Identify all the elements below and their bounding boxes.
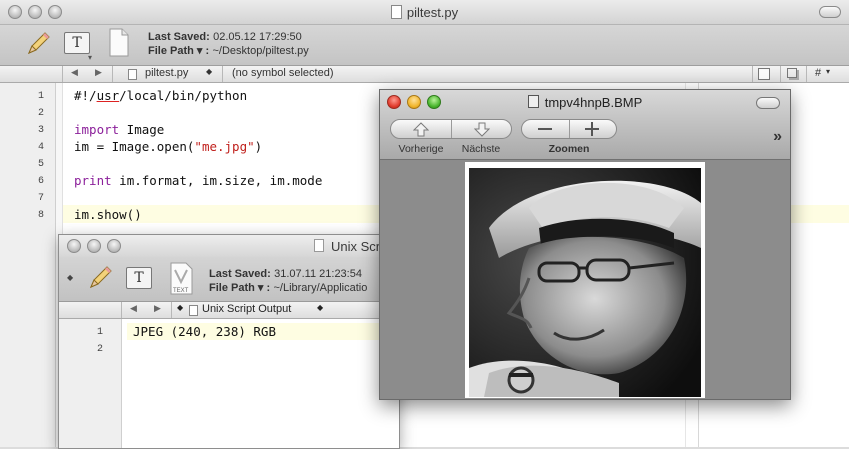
chevron-updown-icon: ◆ [206, 67, 213, 76]
prev-label[interactable]: Vorherige [390, 143, 452, 155]
bookmark-icon[interactable] [758, 68, 770, 80]
file-path-value: ~/Desktop/piltest.py [212, 45, 309, 57]
code-line-1[interactable]: #!/usr/local/bin/python [74, 88, 247, 103]
viewer-title: tmpv4hnpB.BMP [544, 95, 643, 110]
chevron-down-icon: ▾ [88, 53, 93, 62]
nav-filename[interactable]: piltest.py [145, 67, 188, 79]
prev-next-segment [390, 119, 512, 139]
line-number: 4 [37, 142, 44, 153]
window-title: piltest.py [406, 5, 459, 20]
toolbar-toggle-button[interactable] [756, 97, 780, 109]
toolbar-overflow-icon[interactable]: » [773, 128, 782, 146]
file-icon [189, 305, 198, 316]
minimize-button[interactable] [87, 239, 101, 253]
pencil-icon[interactable] [25, 31, 51, 57]
zoom-out-icon[interactable] [538, 128, 552, 130]
last-saved-value: 02.05.12 17:29:50 [213, 31, 302, 43]
arrow-up-icon[interactable] [413, 122, 429, 137]
line-number: 8 [37, 210, 44, 221]
image-frame [465, 162, 705, 398]
split-view-icon[interactable] [787, 68, 797, 78]
diamond-icon: ◆ [67, 273, 74, 282]
line-number: 3 [37, 125, 44, 136]
main-titlebar: piltest.py [0, 0, 849, 25]
text-badge: TEXT [173, 288, 189, 294]
forward-arrow-icon[interactable]: ▶ [154, 303, 161, 314]
output-titlebar: Unix Scr [59, 235, 399, 257]
image-viewer-window: tmpv4hnpB.BMP Vorherige Nächste Zoomen » [379, 89, 791, 400]
toolbar-toggle-button[interactable] [819, 6, 841, 18]
output-toolbar: ◆ T TEXT Last Saved: 31.07.11 21:23:54 F… [59, 257, 399, 302]
code-line-6[interactable]: print im.format, im.size, im.mode [74, 173, 322, 188]
back-arrow-icon[interactable]: ◀ [130, 303, 137, 314]
line-number-gutter: 1 2 3 4 5 6 7 8 [0, 83, 56, 447]
line-number: 1 [96, 327, 103, 338]
next-label[interactable]: Nächste [450, 143, 512, 155]
back-arrow-icon[interactable]: ◀ [71, 67, 78, 78]
output-line-1[interactable]: JPEG (240, 238) RGB [133, 324, 276, 339]
document-icon [390, 5, 402, 19]
text-format-icon[interactable]: T [126, 267, 152, 289]
line-number: 6 [37, 176, 44, 187]
code-line-4[interactable]: im = Image.open("me.jpg") [74, 139, 262, 154]
nav-hash[interactable]: # [815, 67, 821, 79]
output-window-title: Unix Scr [331, 239, 381, 254]
file-icon [128, 69, 137, 80]
arrow-down-icon[interactable] [474, 122, 490, 137]
unix-script-output-window: Unix Scr ◆ T TEXT Last Saved: 31.07.11 2… [58, 234, 400, 449]
close-button[interactable] [67, 239, 81, 253]
file-path-label[interactable]: File Path ▾ : [209, 282, 270, 294]
portrait-photo [469, 168, 701, 397]
line-number: 5 [37, 159, 44, 170]
chevron-down-icon: ▾ [826, 67, 831, 76]
pencil-icon[interactable] [87, 265, 113, 291]
zoom-segment [521, 119, 617, 139]
diamond-icon: ◆ [177, 303, 184, 312]
last-saved-value: 31.07.11 21:23:54 [274, 268, 362, 280]
output-navigation-bar: ◀ ▶ ◆ Unix Script Output ◆ [59, 302, 399, 319]
last-saved-label: Last Saved: [148, 31, 210, 43]
output-line-gutter: 1 2 [59, 319, 122, 448]
main-toolbar: T ▾ Last Saved: 02.05.12 17:29:50 File P… [0, 25, 849, 66]
zoom-label[interactable]: Zoomen [521, 143, 617, 155]
navigation-bar: ◀ ▶ piltest.py ◆ (no symbol selected) # … [0, 66, 849, 83]
text-format-icon[interactable]: T [64, 32, 90, 54]
line-number: 7 [37, 193, 44, 204]
bmp-file-icon [527, 95, 539, 108]
portrait-photo-graphic [469, 168, 701, 397]
line-number: 1 [37, 91, 44, 102]
line-number: 2 [96, 344, 103, 355]
code-line-3[interactable]: import Image [74, 122, 164, 137]
last-saved-label: Last Saved: [209, 268, 271, 280]
forward-arrow-icon[interactable]: ▶ [95, 67, 102, 78]
nav-output-name[interactable]: Unix Script Output [202, 303, 291, 315]
viewer-toolbar: tmpv4hnpB.BMP Vorherige Nächste Zoomen » [380, 90, 790, 160]
zoom-button[interactable] [107, 239, 121, 253]
line-number: 2 [37, 108, 44, 119]
chevron-updown-icon: ◆ [317, 303, 324, 312]
nav-symbol[interactable]: (no symbol selected) [232, 67, 334, 79]
file-path-label[interactable]: File Path ▾ : [148, 45, 209, 57]
document-icon [109, 28, 129, 57]
document-icon [314, 239, 324, 252]
code-line-8[interactable]: im.show() [74, 207, 142, 222]
file-path-value: ~/Library/Applicatio [273, 282, 368, 294]
